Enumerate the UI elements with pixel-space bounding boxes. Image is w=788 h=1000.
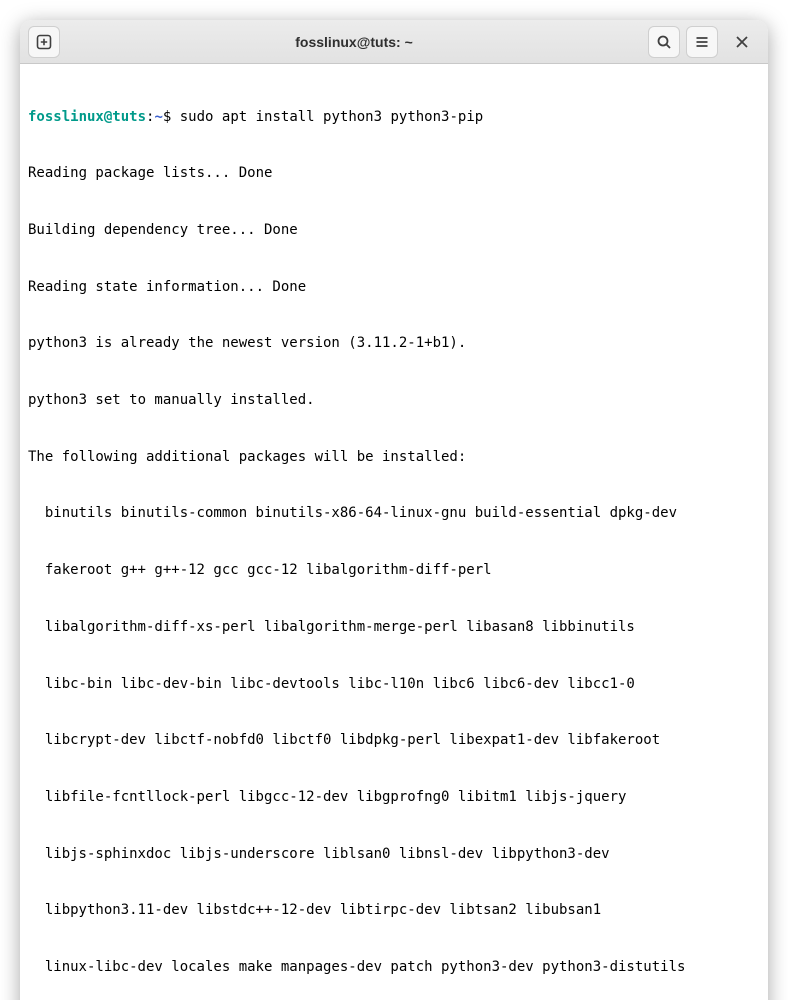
- output-line: Reading package lists... Done: [28, 164, 760, 183]
- package-line: libpython3.11-dev libstdc++-12-dev libti…: [28, 901, 760, 920]
- search-icon: [656, 34, 672, 50]
- package-line: linux-libc-dev locales make manpages-dev…: [28, 958, 760, 977]
- menu-button[interactable]: [686, 26, 718, 58]
- new-tab-button[interactable]: [28, 26, 60, 58]
- prompt-userhost: fosslinux@tuts: [28, 109, 146, 125]
- close-icon: [736, 36, 748, 48]
- output-line: python3 is already the newest version (3…: [28, 334, 760, 353]
- package-line: binutils binutils-common binutils-x86-64…: [28, 504, 760, 523]
- output-line: Building dependency tree... Done: [28, 221, 760, 240]
- command-text: sudo apt install python3 python3-pip: [180, 109, 483, 125]
- prompt-line: fosslinux@tuts:~$ sudo apt install pytho…: [28, 108, 760, 127]
- terminal-body[interactable]: fosslinux@tuts:~$ sudo apt install pytho…: [20, 64, 768, 1000]
- prompt-path: ~: [154, 109, 162, 125]
- close-button[interactable]: [724, 24, 760, 60]
- package-line: libc-bin libc-dev-bin libc-devtools libc…: [28, 675, 760, 694]
- hamburger-icon: [694, 34, 710, 50]
- package-line: libjs-sphinxdoc libjs-underscore liblsan…: [28, 845, 760, 864]
- output-line: The following additional packages will b…: [28, 448, 760, 467]
- window-title: fosslinux@tuts: ~: [60, 34, 648, 50]
- prompt-suffix: $: [163, 109, 180, 125]
- plus-square-icon: [36, 34, 52, 50]
- titlebar: fosslinux@tuts: ~: [20, 20, 768, 64]
- output-line: Reading state information... Done: [28, 278, 760, 297]
- terminal-window: fosslinux@tuts: ~: [20, 20, 768, 1000]
- package-line: libalgorithm-diff-xs-perl libalgorithm-m…: [28, 618, 760, 637]
- package-line: fakeroot g++ g++-12 gcc gcc-12 libalgori…: [28, 561, 760, 580]
- package-line: libcrypt-dev libctf-nobfd0 libctf0 libdp…: [28, 731, 760, 750]
- output-line: python3 set to manually installed.: [28, 391, 760, 410]
- package-line: libfile-fcntllock-perl libgcc-12-dev lib…: [28, 788, 760, 807]
- search-button[interactable]: [648, 26, 680, 58]
